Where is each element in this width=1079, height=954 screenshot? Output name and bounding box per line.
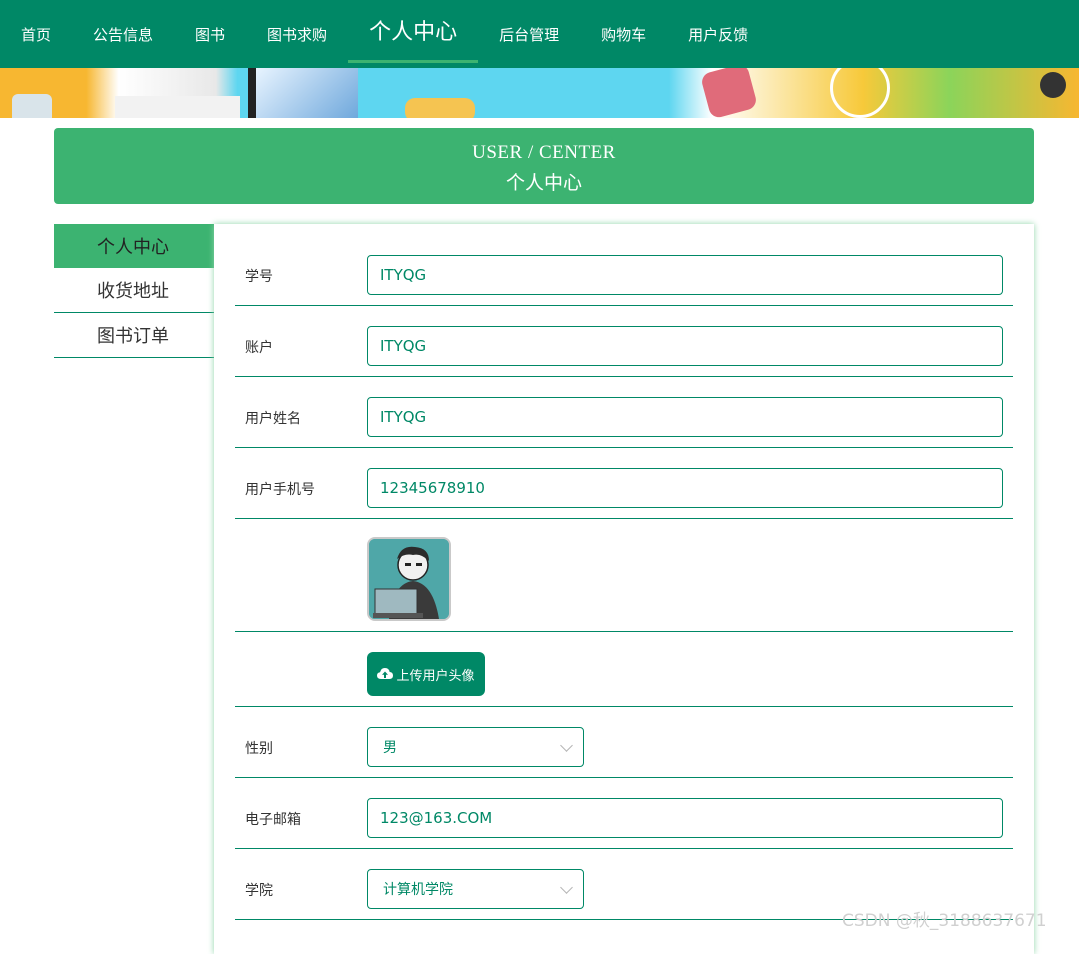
cloud-upload-icon: [377, 668, 394, 679]
phone-label: 用户手机号: [245, 482, 315, 498]
college-label: 学院: [245, 883, 273, 899]
username-label: 用户姓名: [245, 411, 301, 427]
student-id-input[interactable]: ITYQG: [367, 255, 1003, 295]
email-label: 电子邮箱: [245, 812, 301, 828]
gender-select[interactable]: 男: [367, 727, 584, 767]
profile-form: 学号 ITYQG 账户 ITYQG 用户姓名 ITYQG 用户手机号 12345…: [214, 224, 1034, 954]
page-title-cn: 个人中心: [505, 173, 582, 194]
nav-admin[interactable]: 后台管理: [478, 0, 580, 68]
upload-avatar-label: 上传用户头像: [396, 668, 475, 684]
nav-books[interactable]: 图书: [174, 0, 246, 68]
watermark: CSDN @秋_3188637671: [842, 911, 1047, 931]
nav-personal-center[interactable]: 个人中心: [348, 0, 479, 63]
sidebar-item-orders[interactable]: 图书订单: [54, 313, 214, 358]
gender-label: 性别: [245, 741, 273, 757]
page-title-en: USER / CENTER: [472, 142, 616, 163]
chevron-down-icon: [560, 881, 573, 894]
form-row-upload: 上传用户头像: [235, 632, 1013, 707]
nav-feedback[interactable]: 用户反馈: [667, 0, 769, 68]
nav-announcements[interactable]: 公告信息: [72, 0, 174, 68]
chevron-down-icon: [560, 739, 573, 752]
college-value: 计算机学院: [383, 882, 453, 898]
sidebar-item-address[interactable]: 收货地址: [54, 268, 214, 313]
avatar: [367, 537, 451, 621]
upload-avatar-button[interactable]: 上传用户头像: [367, 652, 485, 696]
nav-home[interactable]: 首页: [0, 0, 72, 68]
sidebar: 个人中心 收货地址 图书订单: [54, 224, 214, 358]
college-select[interactable]: 计算机学院: [367, 869, 584, 909]
username-input[interactable]: ITYQG: [367, 397, 1003, 437]
sidebar-item-personal-center[interactable]: 个人中心: [54, 224, 214, 268]
form-row-gender: 性别 男: [235, 707, 1013, 778]
phone-input[interactable]: 12345678910: [367, 468, 1003, 508]
form-row-email: 电子邮箱 123@163.COM: [235, 778, 1013, 849]
banner-image: [0, 68, 1079, 118]
form-row-username: 用户姓名 ITYQG: [235, 377, 1013, 448]
student-id-label: 学号: [245, 269, 273, 285]
form-row-avatar: [235, 519, 1013, 632]
form-row-student-id: 学号 ITYQG: [235, 224, 1013, 306]
nav-book-requests[interactable]: 图书求购: [246, 0, 348, 68]
nav-cart[interactable]: 购物车: [580, 0, 667, 68]
page-title-box: USER / CENTER 个人中心: [54, 128, 1034, 204]
form-row-phone: 用户手机号 12345678910: [235, 448, 1013, 519]
email-input[interactable]: 123@163.COM: [367, 798, 1003, 838]
top-navigation: 首页 公告信息 图书 图书求购 个人中心 后台管理 购物车 用户反馈: [0, 0, 1079, 68]
account-input[interactable]: ITYQG: [367, 326, 1003, 366]
account-label: 账户: [245, 340, 273, 356]
gender-value: 男: [383, 740, 397, 756]
form-row-account: 账户 ITYQG: [235, 306, 1013, 377]
